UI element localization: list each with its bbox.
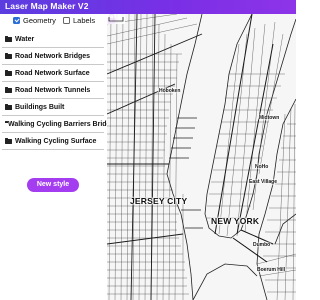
layer-label: Walking Cycling Surface xyxy=(15,138,97,145)
map-label-new-york: NEW YORK xyxy=(211,216,260,226)
map-label-noho: NoHo xyxy=(255,164,269,170)
folder-icon xyxy=(5,52,12,59)
folder-icon xyxy=(5,35,12,42)
app-title: Laser Map Maker V2 xyxy=(5,1,89,11)
layer-label: Buildings Built xyxy=(15,104,65,111)
map-label-hoboken: Hoboken xyxy=(159,88,181,94)
geometry-toggle[interactable]: Geometry xyxy=(13,16,56,25)
layer-label: Road Network Bridges xyxy=(15,53,91,60)
map-label-east-village: East Village xyxy=(249,179,277,185)
map-label-midtown: Midtown xyxy=(259,115,280,121)
sidebar: Geometry Labels Water Road Network Bridg… xyxy=(0,14,119,300)
layer-road-network-surface[interactable]: Road Network Surface xyxy=(2,66,104,82)
map-label-dumbo: Dumbo xyxy=(253,242,271,248)
labels-label: Labels xyxy=(73,16,96,25)
folder-icon xyxy=(5,137,12,144)
layer-label: Water xyxy=(15,36,35,43)
layer-label: Road Network Surface xyxy=(15,70,90,77)
app-header: Laser Map Maker V2 xyxy=(0,0,296,14)
map-label-jersey-city: JERSEY CITY xyxy=(130,196,188,206)
folder-icon xyxy=(5,69,12,76)
layer-road-network-tunnels[interactable]: Road Network Tunnels xyxy=(2,83,104,99)
folder-icon xyxy=(5,86,12,93)
map-geometry xyxy=(107,14,296,300)
folder-icon xyxy=(5,103,12,110)
layer-water[interactable]: Water xyxy=(2,32,104,48)
layer-label: Walking Cycling Barriers Bridges xyxy=(8,121,119,128)
map-canvas[interactable]: Midtown Hoboken NoHo East Village JERSEY… xyxy=(107,14,296,300)
toggle-row: Geometry Labels xyxy=(0,14,107,29)
layer-road-network-bridges[interactable]: Road Network Bridges xyxy=(2,49,104,65)
labels-checkbox[interactable] xyxy=(63,17,70,24)
layer-buildings-built[interactable]: Buildings Built xyxy=(2,100,104,116)
layer-walking-cycling-barriers-bridges[interactable]: Walking Cycling Barriers Bridges xyxy=(2,117,119,133)
map-scale-icon xyxy=(107,14,125,24)
layer-label: Road Network Tunnels xyxy=(15,87,91,94)
geometry-checkbox[interactable] xyxy=(13,17,20,24)
new-style-button[interactable]: New style xyxy=(27,178,79,192)
layer-walking-cycling-surface[interactable]: Walking Cycling Surface xyxy=(2,134,104,150)
geometry-label: Geometry xyxy=(23,16,56,25)
map-label-boerum-hill: Boerum Hill xyxy=(257,267,286,273)
labels-toggle[interactable]: Labels xyxy=(63,16,95,25)
